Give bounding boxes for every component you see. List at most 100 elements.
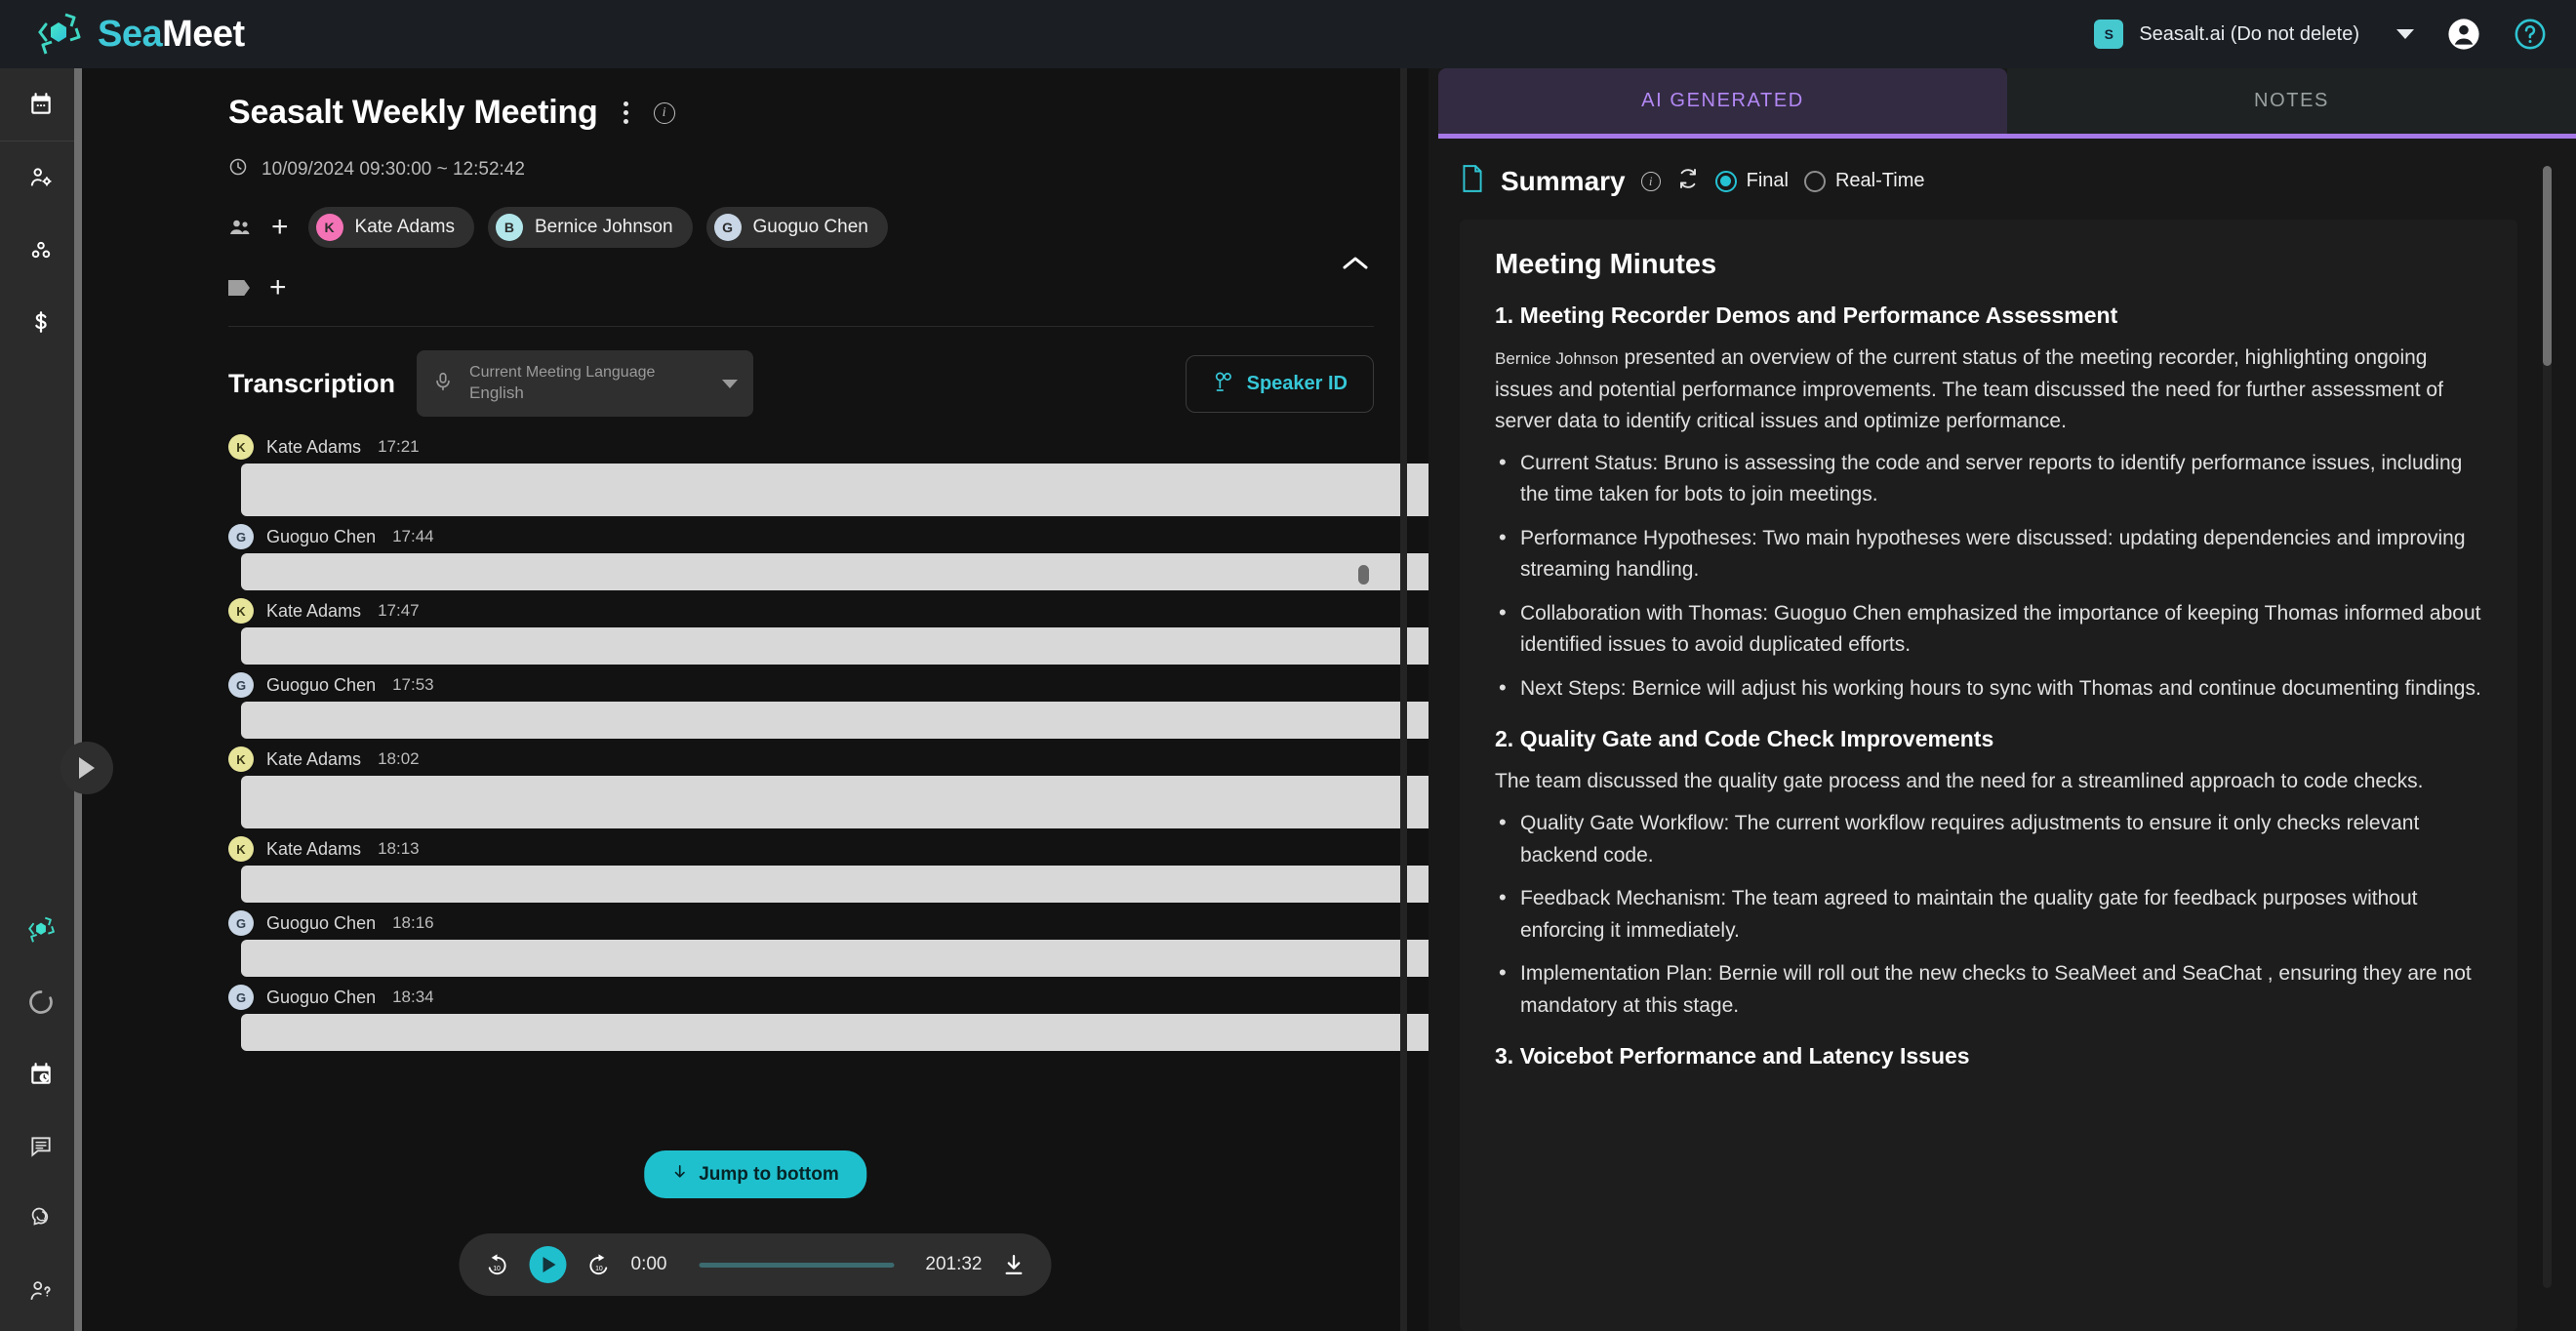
help-circle-icon[interactable] [2514, 18, 2547, 51]
seameet-logo-icon [33, 9, 84, 60]
organization-name: Seasalt.ai (Do not delete) [2139, 22, 2359, 45]
summary-mode-final[interactable]: Final [1714, 170, 1789, 192]
transcript-entry[interactable]: G Guoguo Chen 18:34 [228, 981, 1429, 1051]
speaker-name: Kate Adams [266, 600, 362, 621]
avatar: G [228, 524, 254, 549]
participant-chip[interactable]: B Bernice Johnson [487, 207, 693, 248]
chevron-down-icon [722, 379, 739, 388]
transcript-text-placeholder [241, 940, 1429, 977]
document-icon [1460, 164, 1485, 198]
transcript-entry[interactable]: K Kate Adams 18:02 [228, 743, 1429, 828]
transcript-entry-header: K Kate Adams 18:13 [228, 832, 1429, 866]
avatar: K [228, 746, 254, 772]
sidebar-item-integrations[interactable] [0, 214, 82, 286]
avatar: G [228, 910, 254, 936]
transcript-entry[interactable]: G Guoguo Chen 17:53 [228, 668, 1429, 739]
avatar: G [228, 985, 254, 1010]
tab-ai-generated-label: AI GENERATED [1641, 90, 1804, 111]
forward-10-icon[interactable]: 10 [586, 1252, 612, 1277]
organization-selector[interactable]: S Seasalt.ai (Do not delete) [2094, 20, 2414, 49]
list-item: Feedback Mechanism: The team agreed to m… [1495, 881, 2482, 947]
chevron-up-icon[interactable] [1339, 252, 1372, 280]
refresh-icon[interactable] [1676, 167, 1700, 195]
jump-to-bottom-button[interactable]: Jump to bottom [644, 1150, 866, 1198]
transcript-text-placeholder [241, 553, 1429, 590]
info-icon[interactable]: i [653, 101, 675, 124]
svg-text:10: 10 [493, 1266, 501, 1272]
speaker-id-button[interactable]: Speaker ID [1185, 354, 1374, 413]
section-intro-text: presented an overview of the current sta… [1495, 346, 2443, 433]
sidebar-item-seameet[interactable] [0, 894, 82, 966]
add-participant-button[interactable]: + [265, 213, 295, 242]
speaker-name: Kate Adams [266, 838, 362, 859]
download-icon[interactable] [1002, 1253, 1026, 1277]
jump-to-bottom-label: Jump to bottom [699, 1163, 839, 1185]
avatar: K [228, 598, 254, 624]
language-field-label: Current Meeting Language [469, 364, 656, 381]
transcript-entry-header: K Kate Adams 17:21 [228, 430, 1429, 464]
avatar: G [713, 214, 742, 241]
top-bar: SeaMeet S Seasalt.ai (Do not delete) [0, 0, 2576, 68]
meeting-title-row: Seasalt Weekly Meeting i [228, 94, 1429, 132]
transcript-entry[interactable]: G Guoguo Chen 18:16 [228, 907, 1429, 977]
section-intro: The team discussed the quality gate proc… [1495, 770, 2424, 793]
left-pane-scrollbar[interactable] [1400, 68, 1407, 1331]
speaker-mention: Bernice Johnson [1495, 349, 1619, 368]
tags-row: + [228, 273, 1429, 302]
participant-name: Kate Adams [354, 217, 455, 237]
tab-notes[interactable]: NOTES [2007, 68, 2576, 134]
minutes-title: Meeting Minutes [1495, 249, 1717, 280]
transcript-entry[interactable]: K Kate Adams 17:47 [228, 594, 1429, 665]
rail-scrollbar[interactable] [74, 68, 82, 1331]
sidebar-item-chat[interactable] [0, 1183, 82, 1255]
player-seek-bar[interactable] [699, 1262, 895, 1268]
sidebar-item-schedule[interactable] [0, 1038, 82, 1110]
add-tag-button[interactable]: + [263, 273, 293, 302]
participants-row: + K Kate Adams B Bernice Johnson G Guogu… [228, 207, 1429, 248]
people-icon [228, 218, 252, 237]
more-vertical-icon[interactable] [616, 96, 636, 130]
triangle-right-icon [79, 757, 95, 779]
sidebar-item-user-settings[interactable] [0, 141, 82, 214]
speaker-id-icon [1212, 370, 1235, 398]
avatar: G [228, 672, 254, 698]
participant-chip[interactable]: K Kate Adams [307, 207, 474, 248]
radio-realtime[interactable] [1803, 170, 1826, 192]
ai-panel-scrollbar[interactable] [2543, 166, 2552, 1288]
sidebar-item-status[interactable] [0, 966, 82, 1038]
app-root: SeaMeet S Seasalt.ai (Do not delete) Sea… [0, 0, 2576, 1331]
sidebar-item-billing[interactable] [0, 286, 82, 358]
transcript-entry[interactable]: K Kate Adams 17:21 [228, 430, 1429, 516]
app-logo[interactable]: SeaMeet [33, 9, 245, 60]
logo-text-meet: Meet [162, 13, 245, 55]
section-bullets: Quality Gate Workflow: The current workf… [1495, 806, 2482, 1022]
sidebar-item-calendar[interactable] [0, 68, 82, 141]
transcript-entry[interactable]: G Guoguo Chen 17:44 [228, 520, 1429, 590]
account-circle-icon[interactable] [2447, 18, 2480, 51]
transcript-entry[interactable]: K Kate Adams 18:13 [228, 832, 1429, 903]
section-intro: Bernice Johnson presented an overview of… [1495, 343, 2482, 438]
radio-final[interactable] [1714, 170, 1737, 192]
transcript-text-placeholder [241, 1014, 1429, 1051]
language-field-value: English [469, 383, 524, 402]
participant-name: Guoguo Chen [752, 217, 868, 237]
info-icon[interactable]: i [1640, 171, 1661, 191]
play-button[interactable] [529, 1246, 567, 1283]
transcript-scroll-thumb[interactable] [1358, 565, 1369, 585]
player-current-time: 0:00 [630, 1254, 667, 1274]
sidebar-item-notes[interactable] [0, 1110, 82, 1183]
clock-icon [228, 157, 248, 182]
left-nav-rail [0, 68, 82, 1331]
player-total-time: 201:32 [925, 1254, 983, 1274]
language-selector[interactable]: Current Meeting Language English [417, 350, 754, 417]
list-item: Collaboration with Thomas: Guoguo Chen e… [1495, 596, 2482, 662]
panel-expand-toggle[interactable] [60, 742, 113, 794]
sidebar-item-support[interactable] [0, 1255, 82, 1327]
tab-ai-generated[interactable]: AI GENERATED [1438, 68, 2007, 134]
participant-chip[interactable]: G Guoguo Chen [705, 207, 888, 248]
rail-top-group [0, 68, 82, 358]
summary-mode-realtime[interactable]: Real-Time [1803, 170, 1924, 192]
list-item: Current Status: Bruno is assessing the c… [1495, 446, 2482, 511]
speaker-name: Guoguo Chen [266, 987, 377, 1007]
replay-10-icon[interactable]: 10 [485, 1252, 510, 1277]
